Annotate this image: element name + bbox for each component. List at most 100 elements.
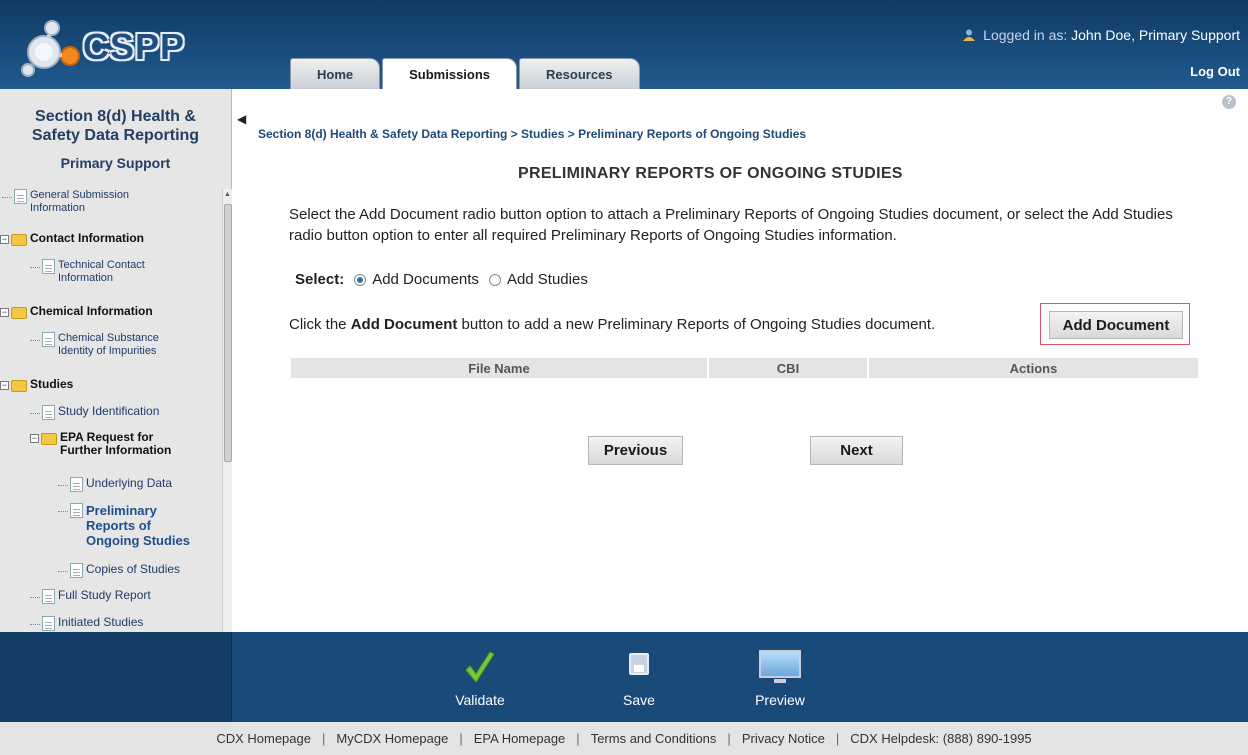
tab-home[interactable]: Home [290,58,381,89]
column-header-file-name[interactable]: File Name [291,358,709,378]
tree-item-copies-of-studies[interactable]: Copies of Studies [58,563,180,578]
tree-connector [2,197,12,198]
login-prefix: Logged in as: [983,27,1068,43]
folder-icon [11,307,27,319]
column-header-cbi[interactable]: CBI [709,358,869,378]
tree-label-line: Information [30,202,86,214]
document-icon [42,616,55,631]
select-label: Select: [295,271,345,288]
collapse-icon[interactable]: − [0,235,9,244]
tree-label-line: Identity of Impurities [58,345,157,357]
footer-separator: | [321,731,326,746]
tree-item-contact-information[interactable]: − Contact Information [0,232,144,246]
tree-item-studies[interactable]: − Studies [0,378,73,392]
tree-item-epa-request[interactable]: − EPA Request for Further Information [30,431,171,457]
sidebar-scrollbar[interactable]: ▲ [222,189,232,632]
tree-item-initiated-studies[interactable]: Initiated Studies [30,616,143,631]
previous-button[interactable]: Previous [588,436,683,465]
tree-item-chemical-substance[interactable]: Chemical Substance Identity of Impuritie… [30,332,159,358]
tree-label-line: Further Information [60,443,172,457]
instructions-text: Select the Add Document radio button opt… [289,206,1173,244]
folder-icon [11,380,27,392]
tree-connector [30,624,40,625]
scroll-thumb[interactable] [224,204,232,462]
tree-connector [30,597,40,598]
tree-connector [30,267,40,268]
tree-label: Studies [30,377,74,391]
tree-label-line: General Submission [30,189,130,201]
tree-label-line: Preliminary [86,503,157,518]
login-user: John Doe, Primary Support [1071,27,1240,43]
tree-connector [58,511,68,512]
document-icon [42,332,55,347]
instruction-prefix: Click the [289,316,347,333]
page-title: PRELIMINARY REPORTS OF ONGOING STUDIES [518,165,903,182]
help-icon[interactable]: ? [1222,95,1236,109]
document-icon [14,189,27,204]
add-document-highlight: Add Document [1040,303,1190,345]
footer-separator: | [727,731,731,746]
action-toolbar: Validate Save Preview [0,632,1248,722]
document-icon [42,589,55,604]
scroll-up-icon[interactable]: ▲ [224,191,231,198]
tree-label-line: Information [58,272,114,284]
tab-submissions[interactable]: Submissions [382,58,518,89]
tree-label-line: Ongoing Studies [86,533,190,548]
tree-connector [30,413,40,414]
add-studies-radio[interactable] [488,273,501,286]
save-label: Save [623,692,655,708]
add-document-button[interactable]: Add Document [1049,311,1183,339]
collapse-icon[interactable]: − [30,434,39,443]
tree-connector [58,571,68,572]
breadcrumb[interactable]: Section 8(d) Health & Safety Data Report… [258,127,806,141]
add-studies-label[interactable]: Add Studies [507,271,588,288]
footer-link-mycdx-homepage[interactable]: MyCDX Homepage [336,731,448,746]
footer-separator: | [576,731,580,746]
column-header-actions: Actions [1009,360,1058,376]
monitor-icon [759,650,801,678]
molecule-icon [21,20,80,77]
folder-icon [41,433,57,445]
footer-link-privacy[interactable]: Privacy Notice [742,731,825,746]
document-icon [70,503,83,518]
tree-label: Preliminary Reports of Ongoing Studies [86,503,190,548]
sidebar-title: Section 8(d) Health & Safety Data Report… [0,107,231,145]
save-button[interactable]: Save [604,632,674,722]
document-type-selector: Select: Add Documents Add Studies [295,271,598,288]
sidebar: Section 8(d) Health & Safety Data Report… [0,89,232,632]
document-icon [42,259,55,274]
tree-item-study-identification[interactable]: Study Identification [30,405,159,420]
sidebar-title-line1: Section 8(d) Health & [35,108,196,125]
sidebar-role: Primary Support [60,155,171,171]
tree-connector [58,485,68,486]
collapse-icon[interactable]: − [0,308,9,317]
collapse-icon[interactable]: − [0,381,9,390]
tree-connector [30,340,40,341]
collapse-sidebar-icon[interactable]: ◀ [237,112,246,126]
validate-button[interactable]: Validate [440,632,520,722]
tree-label: Copies of Studies [86,562,181,576]
add-documents-radio[interactable] [354,273,367,286]
add-document-instruction: Click the Add Document button to add a n… [289,316,935,333]
logout-link[interactable]: Log Out [1190,64,1240,79]
footer-link-epa-homepage[interactable]: EPA Homepage [474,731,566,746]
tree-label-line: Reports of [86,518,151,533]
document-icon [70,477,83,492]
instruction-suffix: button to add a new Preliminary Reports … [461,316,936,333]
tree-item-general-submission[interactable]: General Submission Information [2,189,129,215]
tree-item-chemical-information[interactable]: − Chemical Information [0,305,153,319]
tree-item-full-study-report[interactable]: Full Study Report [30,589,151,604]
tree-item-underlying-data[interactable]: Underlying Data [58,477,172,492]
footer-link-terms[interactable]: Terms and Conditions [591,731,717,746]
tree-item-preliminary-reports[interactable]: Preliminary Reports of Ongoing Studies [58,503,190,548]
preview-button[interactable]: Preview [740,632,820,722]
main-tabs: Home Submissions Resources [290,58,642,89]
tree-item-technical-contact[interactable]: Technical Contact Information [30,259,145,285]
next-button[interactable]: Next [810,436,903,465]
footer-link-cdx-homepage[interactable]: CDX Homepage [216,731,311,746]
tab-resources[interactable]: Resources [519,58,640,89]
folder-icon [11,234,27,246]
add-documents-label[interactable]: Add Documents [372,271,479,288]
cspp-logo[interactable]: CSPP [18,18,198,78]
footer-separator: | [459,731,463,746]
